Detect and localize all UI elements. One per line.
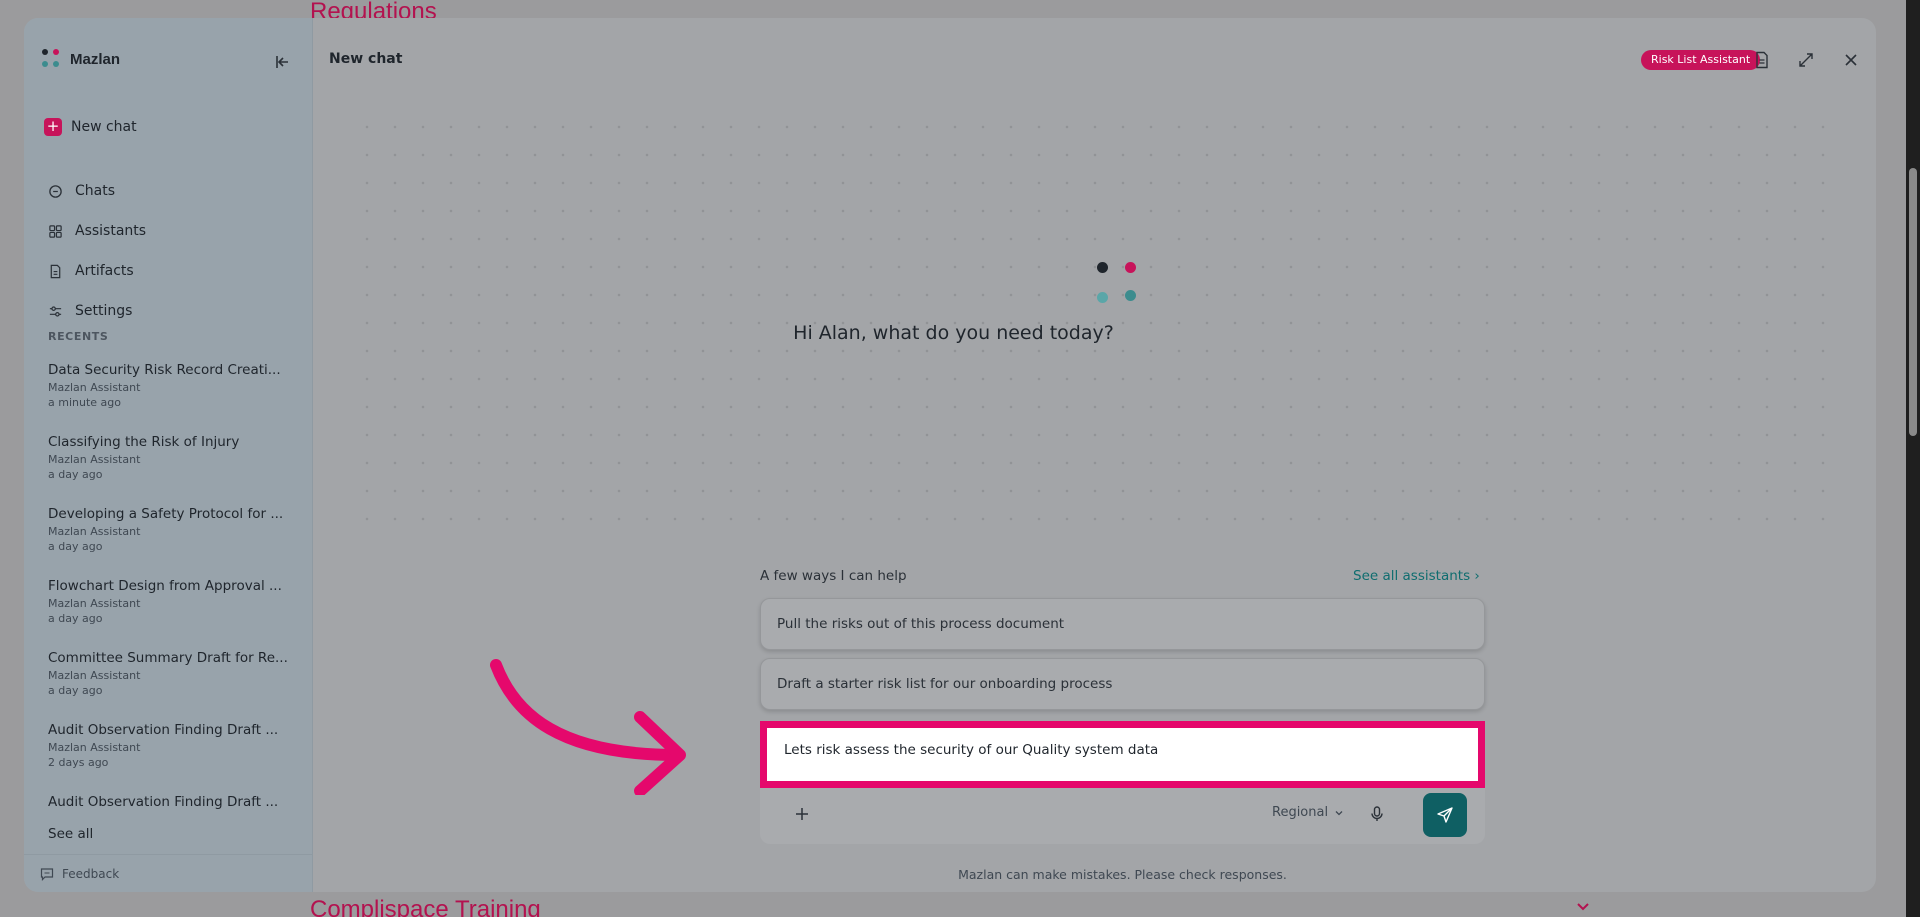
- brand-logo: Mazlan: [40, 48, 120, 70]
- recent-chat-title: Committee Summary Draft for Re...: [48, 650, 288, 666]
- document-icon: [50, 264, 61, 278]
- suggestion-card[interactable]: Pull the risks out of this process docum…: [760, 598, 1485, 650]
- send-button[interactable]: [1423, 793, 1467, 837]
- sliders-icon: [49, 305, 62, 317]
- see-all-assistants-link[interactable]: See all assistants ›: [1353, 568, 1480, 584]
- plus-icon[interactable]: [790, 802, 814, 826]
- disclaimer-text: Mazlan can make mistakes. Please check r…: [958, 867, 1287, 882]
- recent-chat-time: a minute ago: [48, 396, 121, 409]
- feedback-button[interactable]: Feedback: [24, 854, 313, 892]
- sidebar-item-label: Settings: [75, 303, 133, 319]
- grid-icon: [49, 224, 62, 238]
- chat-icon: [49, 184, 62, 198]
- background-heading-training: Complispace Training: [310, 896, 541, 917]
- microphone-icon[interactable]: [1365, 802, 1389, 826]
- chat-title: New chat: [329, 51, 403, 67]
- recent-chat-assistant: Mazlan Assistant: [48, 525, 141, 538]
- recent-chat-title: Data Security Risk Record Creati...: [48, 362, 281, 378]
- assistant-badge[interactable]: Risk List Assistant: [1641, 50, 1761, 70]
- recent-chat-item[interactable]: Audit Observation Finding Draft ...: [48, 794, 288, 822]
- new-chat-button[interactable]: + New chat: [44, 118, 137, 136]
- scrollbar-thumb[interactable]: [1909, 168, 1917, 436]
- recent-chat-item[interactable]: Data Security Risk Record Creati... Mazl…: [48, 362, 288, 434]
- recent-chat-item[interactable]: Committee Summary Draft for Re... Mazlan…: [48, 650, 288, 722]
- recent-chat-time: a day ago: [48, 540, 103, 553]
- feedback-label: Feedback: [62, 866, 120, 881]
- sidebar-item-label: Assistants: [75, 223, 147, 239]
- region-select[interactable]: Regional: [1272, 805, 1344, 820]
- recent-chat-time: 2 days ago: [48, 756, 109, 769]
- close-icon[interactable]: [1840, 49, 1862, 71]
- recent-chat-title: Audit Observation Finding Draft ...: [48, 794, 279, 810]
- send-icon: [1437, 807, 1453, 823]
- assistant-logo-icon: [1097, 262, 1137, 304]
- composer-toolbar: Regional: [760, 788, 1485, 844]
- recent-chat-assistant: Mazlan Assistant: [48, 669, 141, 682]
- plus-icon: +: [44, 118, 62, 136]
- feedback-icon: [40, 867, 54, 881]
- collapse-sidebar-icon[interactable]: [271, 51, 293, 73]
- chat-modal: Mazlan + New chat Chats Assistants Artif…: [24, 18, 1876, 892]
- see-all-chats-link[interactable]: See all: [48, 826, 93, 842]
- message-input-value: Lets risk assess the security of our Qua…: [784, 742, 1159, 758]
- sidebar-item-artifacts[interactable]: Artifacts: [48, 251, 146, 291]
- recent-chat-item[interactable]: Audit Observation Finding Draft ... Mazl…: [48, 722, 288, 794]
- recents-list: Data Security Risk Record Creati... Mazl…: [48, 362, 288, 822]
- sidebar-item-settings[interactable]: Settings: [48, 291, 146, 331]
- recent-chat-title: Audit Observation Finding Draft ...: [48, 722, 279, 738]
- suggestion-card[interactable]: Draft a starter risk list for our onboar…: [760, 658, 1485, 710]
- new-chat-label: New chat: [71, 119, 137, 135]
- region-select-value: Regional: [1272, 805, 1329, 820]
- recents-heading: RECENTS: [48, 330, 109, 343]
- sidebar-item-label: Artifacts: [75, 263, 134, 279]
- recent-chat-assistant: Mazlan Assistant: [48, 597, 141, 610]
- help-label: A few ways I can help: [760, 568, 907, 584]
- sidebar-item-label: Chats: [75, 183, 116, 199]
- recent-chat-assistant: Mazlan Assistant: [48, 381, 141, 394]
- composer: Lets risk assess the security of our Qua…: [760, 721, 1485, 882]
- recent-chat-item[interactable]: Developing a Safety Protocol for ... Maz…: [48, 506, 288, 578]
- document-icon[interactable]: [1751, 49, 1773, 71]
- recent-chat-time: a day ago: [48, 612, 103, 625]
- recent-chat-title: Flowchart Design from Approval ...: [48, 578, 282, 594]
- chevron-down-icon[interactable]: [1574, 898, 1592, 916]
- sidebar-nav: Chats Assistants Artifacts Settings: [48, 171, 146, 331]
- recent-chat-title: Classifying the Risk of Injury: [48, 434, 240, 450]
- sidebar: Mazlan + New chat Chats Assistants Artif…: [24, 18, 313, 892]
- expand-icon[interactable]: [1795, 49, 1817, 71]
- greeting-text: Hi Alan, what do you need today?: [793, 322, 1114, 344]
- message-input[interactable]: Lets risk assess the security of our Qua…: [760, 721, 1485, 788]
- annotation-arrow-icon: [490, 659, 686, 795]
- sidebar-item-assistants[interactable]: Assistants: [48, 211, 146, 251]
- recent-chat-title: Developing a Safety Protocol for ...: [48, 506, 284, 522]
- chevron-down-icon: [1335, 810, 1343, 815]
- brand-name: Mazlan: [70, 50, 121, 68]
- logo-icon: [40, 48, 62, 70]
- recent-chat-time: a day ago: [48, 468, 103, 481]
- recent-chat-item[interactable]: Flowchart Design from Approval ... Mazla…: [48, 578, 288, 650]
- page-scrollbar[interactable]: [1906, 0, 1920, 917]
- recent-chat-assistant: Mazlan Assistant: [48, 453, 141, 466]
- recent-chat-item[interactable]: Classifying the Risk of Injury Mazlan As…: [48, 434, 288, 506]
- background-heading-regulations: Regulations: [310, 0, 437, 20]
- recent-chat-time: a day ago: [48, 684, 103, 697]
- sidebar-item-chats[interactable]: Chats: [48, 171, 146, 211]
- recent-chat-assistant: Mazlan Assistant: [48, 741, 141, 754]
